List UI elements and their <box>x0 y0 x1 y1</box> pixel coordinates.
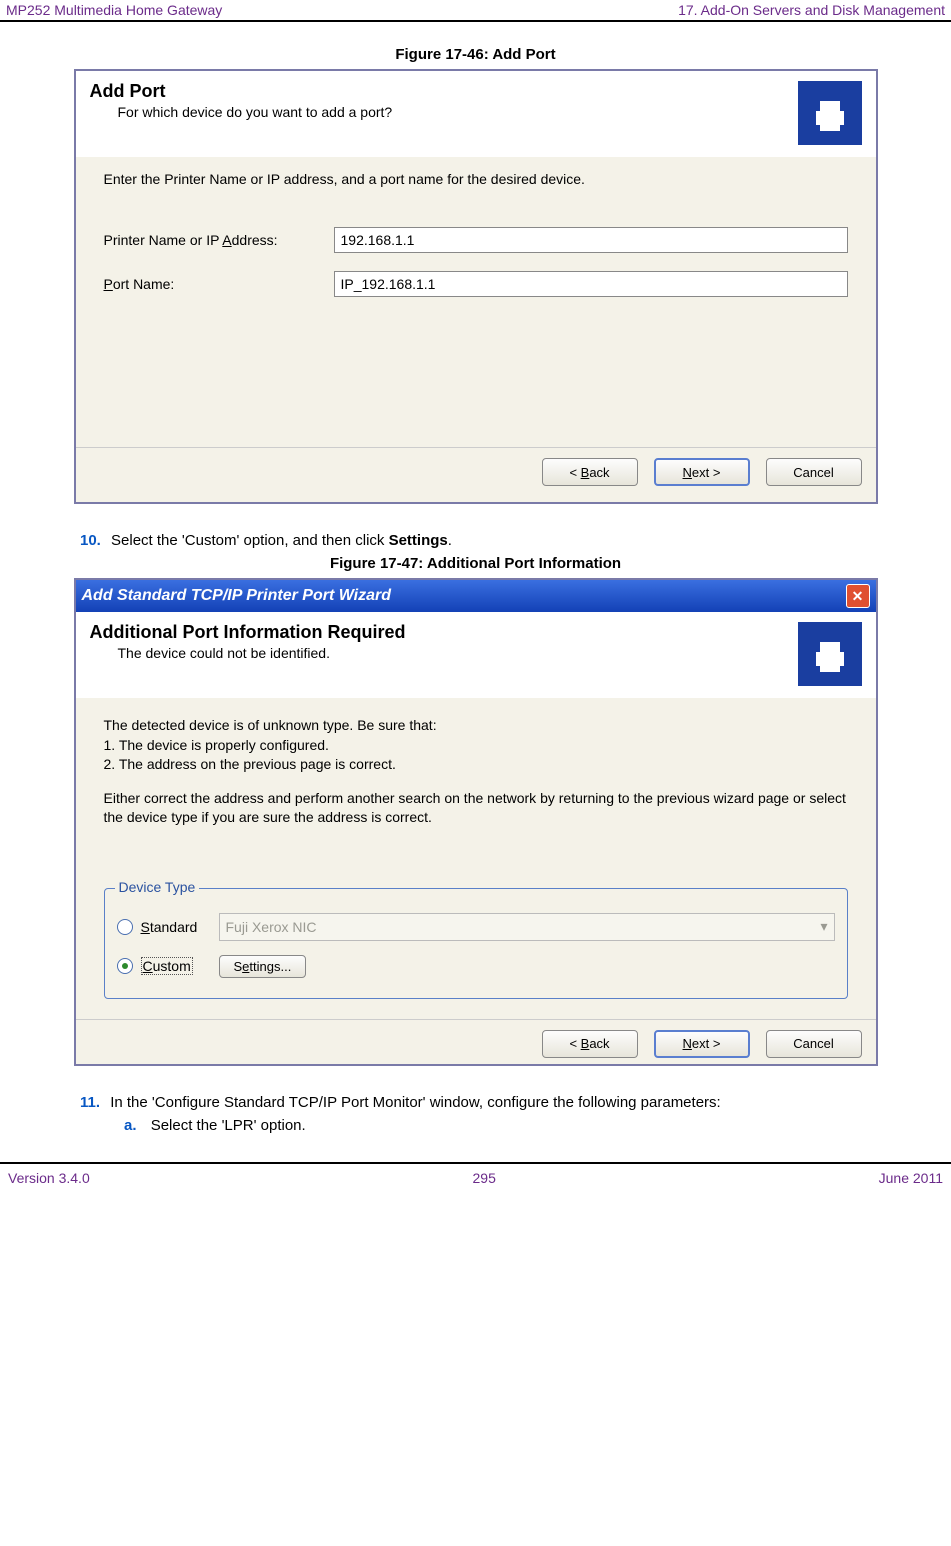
dialog2-panel: The detected device is of unknown type. … <box>76 698 876 1019</box>
back-button[interactable]: < Back <box>542 1030 638 1058</box>
additional-port-dialog: Add Standard TCP/IP Printer Port Wizard … <box>74 578 878 1066</box>
dialog1-panel: Enter the Printer Name or IP address, an… <box>76 157 876 307</box>
printer-label: Printer Name or IP Address: <box>104 232 334 248</box>
page-header: MP252 Multimedia Home Gateway 17. Add-On… <box>0 0 951 22</box>
back-button[interactable]: < Back <box>542 458 638 486</box>
printer-address-input[interactable] <box>334 227 848 253</box>
printer-icon <box>798 81 862 145</box>
step-11-number: 11. <box>80 1094 100 1111</box>
standard-radio[interactable] <box>117 919 133 935</box>
step-11a: a. Select the 'LPR' option. <box>124 1117 871 1134</box>
dialog2-body: The detected device is of unknown type. … <box>104 716 848 828</box>
printer-icon <box>798 622 862 686</box>
cancel-button[interactable]: Cancel <box>766 458 862 486</box>
next-button[interactable]: Next > <box>654 1030 750 1058</box>
dialog1-subtitle: For which device do you want to add a po… <box>118 104 798 120</box>
port-row: Port Name: <box>104 271 848 297</box>
footer-center: 295 <box>473 1170 496 1186</box>
dialog2-subtitle: The device could not be identified. <box>118 645 798 661</box>
dialog2-header: Additional Port Information Required The… <box>76 612 876 698</box>
custom-radio[interactable] <box>117 958 133 974</box>
port-label: Port Name: <box>104 276 334 292</box>
chevron-down-icon: ▾ <box>820 918 827 935</box>
next-button[interactable]: Next > <box>654 458 750 486</box>
cancel-button[interactable]: Cancel <box>766 1030 862 1058</box>
settings-button[interactable]: Settings... <box>219 955 307 978</box>
custom-radio-row: Custom Settings... <box>117 955 835 978</box>
page-footer: Version 3.4.0 295 June 2011 <box>0 1162 951 1190</box>
close-icon[interactable]: ✕ <box>846 584 870 608</box>
printer-row: Printer Name or IP Address: <box>104 227 848 253</box>
dialog1-title: Add Port <box>90 81 798 102</box>
dialog1-header: Add Port For which device do you want to… <box>76 71 876 157</box>
header-left: MP252 Multimedia Home Gateway <box>6 2 222 18</box>
device-type-group: Device Type Standard Fuji Xerox NIC ▾ Cu… <box>104 888 848 999</box>
device-type-legend: Device Type <box>115 879 200 895</box>
footer-right: June 2011 <box>879 1170 943 1186</box>
step-10: 10. Select the 'Custom' option, and then… <box>80 532 871 549</box>
figure2-caption: Figure 17-47: Additional Port Informatio… <box>0 555 951 572</box>
device-type-dropdown[interactable]: Fuji Xerox NIC ▾ <box>219 913 835 941</box>
header-right: 17. Add-On Servers and Disk Management <box>678 2 945 18</box>
standard-radio-label: Standard <box>141 919 211 935</box>
custom-radio-label: Custom <box>141 958 211 974</box>
figure1-caption: Figure 17-46: Add Port <box>0 46 951 63</box>
footer-left: Version 3.4.0 <box>8 1170 90 1186</box>
add-port-dialog: Add Port For which device do you want to… <box>74 69 878 504</box>
dialog1-instruction: Enter the Printer Name or IP address, an… <box>104 171 848 187</box>
dialog2-title: Additional Port Information Required <box>90 622 798 643</box>
step-10-number: 10. <box>80 532 101 549</box>
step-11: 11. In the 'Configure Standard TCP/IP Po… <box>80 1094 871 1111</box>
port-name-input[interactable] <box>334 271 848 297</box>
dialog2-buttons: < Back Next > Cancel <box>76 1019 876 1064</box>
xp-title-text: Add Standard TCP/IP Printer Port Wizard <box>82 587 392 605</box>
xp-titlebar: Add Standard TCP/IP Printer Port Wizard … <box>76 580 876 612</box>
dialog1-buttons: < Back Next > Cancel <box>76 447 876 492</box>
standard-radio-row: Standard Fuji Xerox NIC ▾ <box>117 913 835 941</box>
